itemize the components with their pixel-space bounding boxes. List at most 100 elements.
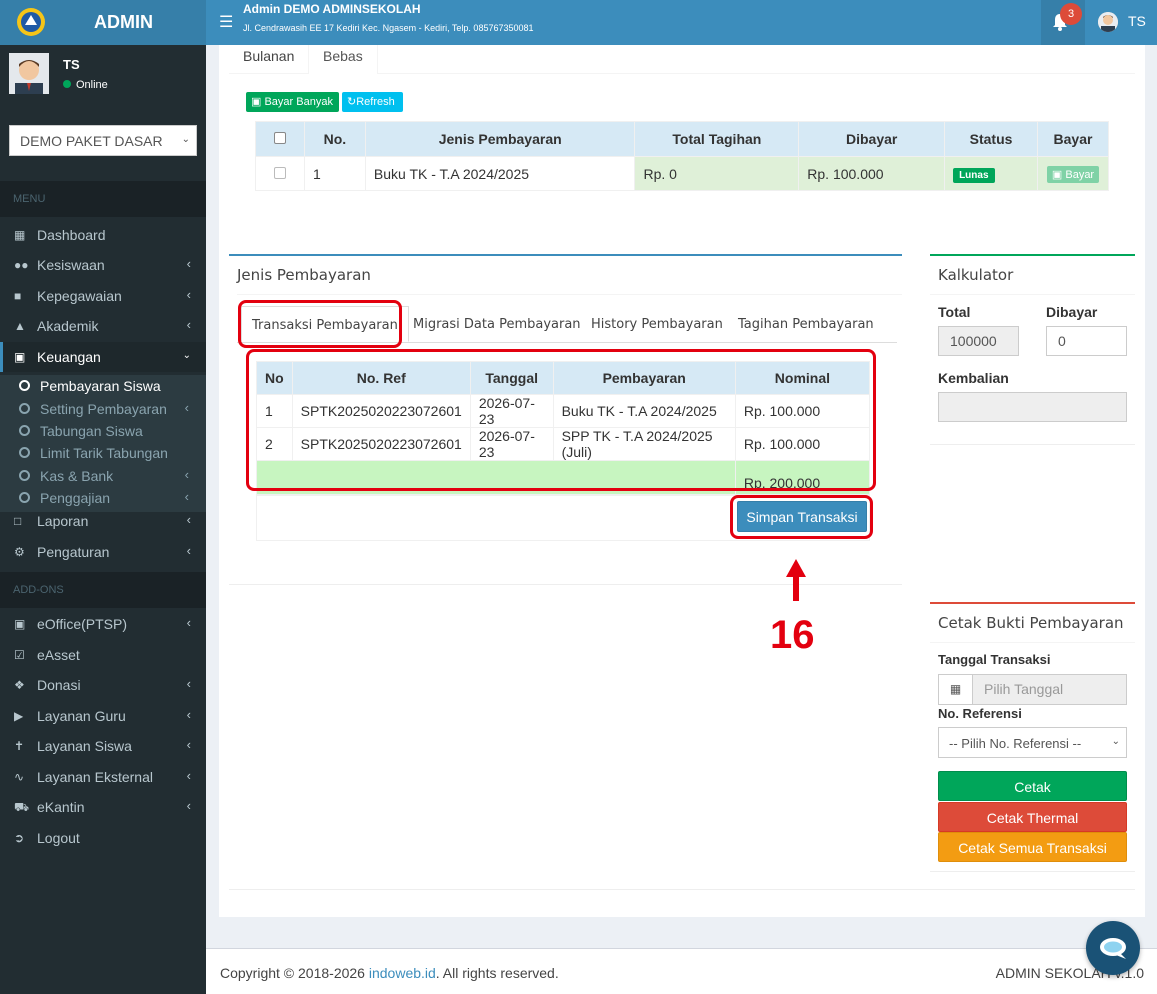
cetak-thermal-button[interactable]: Cetak Thermal xyxy=(938,802,1127,832)
cetak-button[interactable]: Cetak xyxy=(938,771,1127,801)
sidebar-item-label: Layanan Guru xyxy=(37,708,126,724)
child-icon: ✝ xyxy=(14,739,25,753)
sidebar-item-label: Layanan Eksternal xyxy=(37,769,153,785)
sidebar-item-kepegawaian[interactable]: ■ Kepegawaian ‹ xyxy=(0,281,206,311)
calendar-icon[interactable]: ▦ xyxy=(938,674,973,705)
sidebar-item-layanan-guru[interactable]: ▶ Layanan Guru ‹ xyxy=(0,701,206,731)
sidebar-item-ekantin[interactable]: ⛟ eKantin ‹ xyxy=(0,792,206,822)
notification-badge: 3 xyxy=(1060,3,1082,25)
circle-icon xyxy=(19,447,30,458)
sidebar-item-easset[interactable]: ☑ eAsset xyxy=(0,640,206,670)
cell-total: Rp. 0 xyxy=(634,156,800,191)
no-referensi-select[interactable]: -- Pilih No. Referensi -- ⌄ xyxy=(938,727,1127,758)
user-status-text: Online xyxy=(76,79,108,91)
chat-button[interactable] xyxy=(1086,921,1140,975)
sidebar-item-logout[interactable]: ➲ Logout xyxy=(0,823,206,853)
tab-tagihan-pembayaran[interactable]: Tagihan Pembayaran xyxy=(728,306,884,342)
chevron-down-icon: ⌄ xyxy=(181,134,190,145)
bayar-button[interactable]: ▣ Bayar xyxy=(1046,165,1100,183)
cetak-semua-transaksi-button[interactable]: Cetak Semua Transaksi xyxy=(938,832,1127,862)
submenu-tabungan-siswa[interactable]: Tabungan Siswa xyxy=(0,420,206,442)
kalkulator-title: Kalkulator xyxy=(938,266,1014,284)
tab-migrasi-data-pembayaran[interactable]: Migrasi Data Pembayaran xyxy=(403,306,591,342)
table-row: 1 Buku TK - T.A 2024/2025 Rp. 0 Rp. 100.… xyxy=(255,156,1109,191)
tanggal-transaksi-input[interactable]: Pilih Tanggal xyxy=(972,674,1127,705)
divider xyxy=(930,294,1135,295)
hamburger-menu-icon[interactable]: ☰ xyxy=(219,12,233,32)
submenu-label: Limit Tarik Tabungan xyxy=(40,445,168,461)
sidebar-item-label: Donasi xyxy=(37,677,81,693)
annotation-highlight-table xyxy=(246,349,876,491)
bullhorn-icon: ▶ xyxy=(14,709,24,723)
addons-header: ADD-ONS xyxy=(0,572,206,608)
chevron-left-icon: ‹ xyxy=(186,287,191,302)
chevron-left-icon: ‹ xyxy=(186,615,191,630)
file-icon: □ xyxy=(14,514,22,528)
sidebar-item-layanan-eksternal[interactable]: ∿ Layanan Eksternal ‹ xyxy=(0,762,206,792)
dibayar-label: Dibayar xyxy=(1046,304,1098,320)
sidebar-item-keuangan[interactable]: ▣ Keuangan ⌄ xyxy=(0,342,206,372)
cell-status: Lunas xyxy=(944,156,1038,191)
chevron-left-icon: ‹ xyxy=(184,489,189,504)
col-header: Status xyxy=(944,121,1038,157)
bayar-banyak-button[interactable]: ▣ Bayar Banyak xyxy=(246,92,339,112)
submenu-label: Kas & Bank xyxy=(40,468,114,484)
refresh-button[interactable]: ↻Refresh xyxy=(342,92,403,112)
tab-bulanan[interactable]: Bulanan xyxy=(229,45,308,74)
user-name-top[interactable]: TS xyxy=(1128,13,1146,29)
logo-area[interactable]: ADMIN xyxy=(0,0,206,45)
sidebar-item-donasi[interactable]: ❖ Donasi ‹ xyxy=(0,670,206,700)
tut-wuri-emblem-icon xyxy=(17,8,45,36)
sidebar-item-layanan-siswa[interactable]: ✝ Layanan Siswa ‹ xyxy=(0,731,206,761)
sidebar-item-laporan[interactable]: □ Laporan ‹ xyxy=(0,506,206,536)
submenu-limit-tarik-tabungan[interactable]: Limit Tarik Tabungan xyxy=(0,442,206,464)
sidebar-item-label: eAsset xyxy=(37,647,80,663)
sidebar-item-akademik[interactable]: ▲ Akademik ‹ xyxy=(0,311,206,341)
circle-icon xyxy=(19,380,30,391)
annotation-highlight-simpan xyxy=(730,495,873,539)
annotation-highlight-tab xyxy=(238,300,402,348)
tab-bebas[interactable]: Bebas xyxy=(308,45,378,74)
money-icon: ▣ xyxy=(14,350,26,364)
dibayar-field[interactable]: 0 xyxy=(1046,326,1127,356)
submenu-setting-pembayaran[interactable]: Setting Pembayaran ‹ xyxy=(0,398,206,420)
sidebar-item-label: Kesiswaan xyxy=(37,257,105,273)
chevron-left-icon: ‹ xyxy=(184,467,189,482)
cell-jenis: Buku TK - T.A 2024/2025 xyxy=(364,156,636,191)
chevron-down-icon: ⌄ xyxy=(1111,736,1120,747)
sidebar-item-dashboard[interactable]: ▦ Dashboard xyxy=(0,220,206,250)
col-header: No. xyxy=(303,121,366,157)
refresh-icon: ↻ xyxy=(347,96,357,108)
submenu-kas-bank[interactable]: Kas & Bank ‹ xyxy=(0,465,206,487)
sign-out-icon: ➲ xyxy=(14,831,25,845)
row-select-cell xyxy=(255,156,305,191)
sidebar-user-name: TS xyxy=(63,57,80,72)
sidebar-item-pengaturan[interactable]: ⚙ Pengaturan ‹ xyxy=(0,537,206,567)
cell-bayar: ▣ Bayar xyxy=(1037,156,1109,191)
indoweb-link[interactable]: indoweb.id xyxy=(369,965,436,981)
bayar-banyak-label: Bayar Banyak xyxy=(264,96,333,108)
circle-icon xyxy=(19,470,30,481)
school-select[interactable]: DEMO PAKET DASAR ⌄ xyxy=(9,125,197,156)
user-status: Online xyxy=(63,79,108,91)
sidebar-item-eoffice[interactable]: ▣ eOffice(PTSP) ‹ xyxy=(0,609,206,639)
col-header: Total Tagihan xyxy=(634,121,800,157)
sidebar-item-kesiswaan[interactable]: ●● Kesiswaan ‹ xyxy=(0,250,206,280)
dashboard-icon: ▦ xyxy=(14,228,26,242)
divider xyxy=(229,889,1135,890)
menu-header: MENU xyxy=(0,181,206,217)
user-avatar[interactable] xyxy=(1098,12,1118,32)
bebas-table: No. Jenis Pembayaran Total Tagihan Dibay… xyxy=(255,121,1109,191)
select-all-checkbox[interactable] xyxy=(273,132,286,144)
submenu-label: Setting Pembayaran xyxy=(40,401,167,417)
money-icon: ▣ xyxy=(1051,168,1063,181)
sidebar-item-label: Logout xyxy=(37,830,80,846)
sidebar-item-label: Layanan Siswa xyxy=(37,738,132,754)
row-checkbox[interactable] xyxy=(273,166,286,179)
cart-icon: ⛟ xyxy=(14,800,30,814)
dropbox-icon: ❖ xyxy=(14,678,25,692)
tab-history-pembayaran[interactable]: History Pembayaran xyxy=(581,306,733,342)
check-square-icon: ☑ xyxy=(14,648,25,662)
submenu-pembayaran-siswa[interactable]: Pembayaran Siswa xyxy=(0,375,206,397)
rights-text: . All rights reserved. xyxy=(435,965,559,981)
